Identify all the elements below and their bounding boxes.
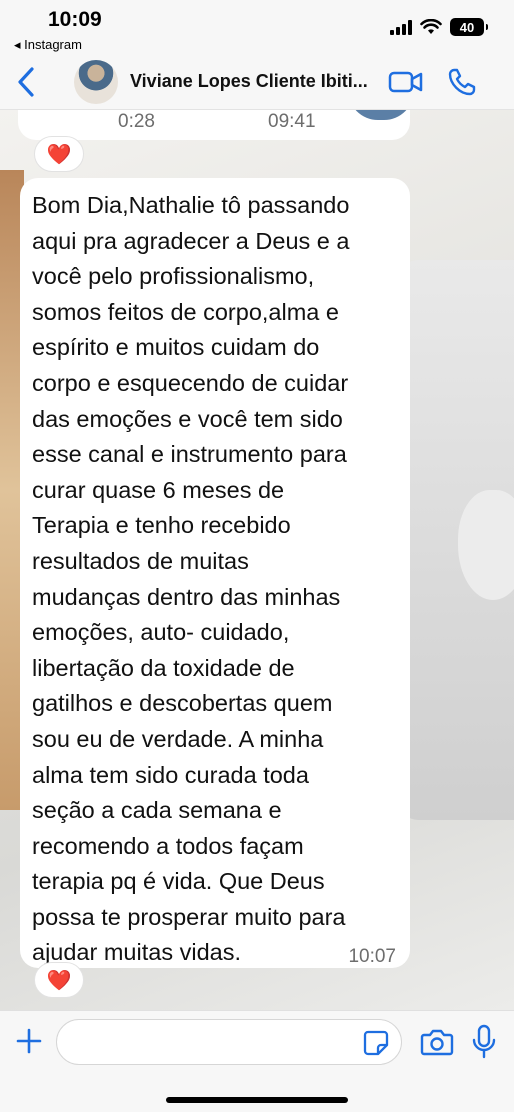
message-timestamp: 09:41 [268, 111, 316, 132]
back-to-instagram-link[interactable]: ◂ Instagram [14, 37, 82, 53]
sticker-icon[interactable] [362, 1029, 390, 1057]
home-indicator[interactable] [166, 1097, 348, 1103]
heart-reaction[interactable]: ❤️ [34, 962, 84, 998]
message-timestamp: 10:07 [348, 946, 396, 967]
contact-name[interactable]: Viviane Lopes Cliente Ibiti... [130, 71, 380, 92]
plus-icon[interactable] [14, 1026, 44, 1056]
message-input-bar [0, 1010, 514, 1112]
video-call-icon[interactable] [388, 68, 424, 96]
status-time: 10:09 [48, 8, 102, 31]
chat-header: Viviane Lopes Cliente Ibiti... [0, 56, 514, 110]
message-bubble[interactable]: Bom Dia,Nathalie tô passando aqui pra ag… [20, 178, 410, 968]
heart-reaction[interactable]: ❤️ [34, 136, 84, 172]
back-chevron-icon[interactable] [12, 65, 42, 99]
status-icons: 40 [390, 18, 488, 36]
status-bar: 10:09 ◂ Instagram 40 [0, 0, 514, 56]
message-text: Bom Dia,Nathalie tô passando aqui pra ag… [32, 192, 350, 966]
previous-message-bubble[interactable]: 0:28 09:41 [18, 110, 414, 140]
camera-icon[interactable] [420, 1026, 454, 1058]
heart-icon: ❤️ [46, 143, 72, 166]
chat-area[interactable]: 0:28 09:41 ❤️ Bom Dia,Nathalie tô passan… [0, 110, 514, 1010]
cellular-signal-icon [390, 19, 412, 35]
wifi-icon [420, 19, 442, 34]
battery-icon: 40 [450, 18, 488, 36]
message-input[interactable] [56, 1019, 402, 1065]
avatar[interactable] [74, 60, 118, 104]
phone-call-icon[interactable] [446, 66, 478, 98]
heart-icon: ❤️ [46, 969, 72, 992]
voice-message-duration: 0:28 [118, 111, 155, 132]
microphone-icon[interactable] [470, 1024, 498, 1060]
voice-message-avatar [348, 110, 414, 120]
